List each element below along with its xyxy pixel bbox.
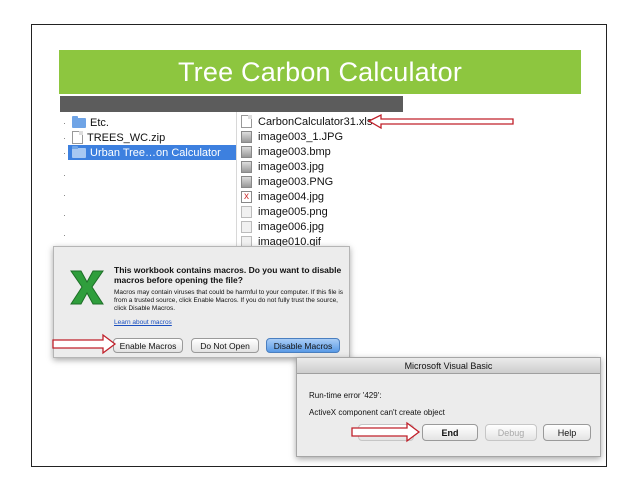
- image-icon: [241, 175, 252, 188]
- file-item-label: image006.jpg: [258, 220, 325, 233]
- image-icon: [241, 145, 252, 158]
- runtime-error-code: Run-time error '429':: [309, 391, 382, 400]
- continue-button[interactable]: Continue: [358, 424, 414, 441]
- image-icon: [241, 130, 252, 143]
- do-not-open-button[interactable]: Do Not Open: [191, 338, 259, 353]
- enable-macros-button[interactable]: Enable Macros: [113, 338, 183, 353]
- disclosure-dot: ·: [63, 210, 66, 220]
- file-item-label: image003.bmp: [258, 145, 331, 158]
- disclosure-dot: ·: [63, 170, 66, 180]
- slide-title-bar: Tree Carbon Calculator: [59, 50, 581, 94]
- file-item-image[interactable]: image005.png: [241, 204, 328, 219]
- disclosure-dot: ·: [63, 118, 66, 128]
- file-item-label: image004.jpg: [258, 190, 325, 203]
- file-item-label: image005.png: [258, 205, 328, 218]
- disclosure-dot: ·: [63, 148, 66, 158]
- finder-item-label: TREES_WC.zip: [87, 131, 166, 144]
- macro-dialog-body: Macros may contain viruses that could be…: [114, 289, 344, 312]
- file-item-label: CarbonCalculator31.xls: [258, 115, 373, 128]
- folder-icon: [72, 115, 86, 128]
- file-item-image[interactable]: x image004.jpg: [241, 189, 324, 204]
- finder-item-urban-tree[interactable]: Urban Tree…on Calculator: [68, 145, 236, 160]
- image-icon: [241, 160, 252, 173]
- folder-icon: [72, 145, 86, 158]
- dialog-title: Microsoft Visual Basic: [297, 358, 600, 374]
- slide-title: Tree Carbon Calculator: [177, 56, 463, 87]
- file-item-image[interactable]: image003_1.JPG: [241, 129, 343, 144]
- disclosure-dot: ·: [63, 190, 66, 200]
- file-item-label: image003.PNG: [258, 175, 334, 188]
- macro-dialog-heading: This workbook contains macros. Do you wa…: [114, 265, 342, 285]
- file-item-image[interactable]: image003.jpg: [241, 159, 324, 174]
- disclosure-dot: ·: [63, 133, 66, 143]
- macro-warning-dialog: This workbook contains macros. Do you wa…: [53, 246, 350, 358]
- help-button[interactable]: Help: [543, 424, 591, 441]
- spreadsheet-file-icon: [241, 115, 252, 128]
- debug-button[interactable]: Debug: [485, 424, 537, 441]
- file-icon: [72, 131, 83, 144]
- file-item-carbon-calculator[interactable]: CarbonCalculator31.xls: [241, 114, 372, 129]
- finder-item-etc[interactable]: Etc.: [72, 115, 236, 130]
- file-item-image[interactable]: image003.bmp: [241, 144, 331, 159]
- file-item-image[interactable]: image006.jpg: [241, 219, 324, 234]
- learn-about-macros-link[interactable]: Learn about macros: [114, 319, 172, 326]
- finder-toolbar: [60, 96, 403, 112]
- image-icon: x: [241, 190, 252, 203]
- end-button[interactable]: End: [422, 424, 478, 441]
- finder-item-label: Urban Tree…on Calculator: [90, 146, 221, 159]
- finder-item-label: Etc.: [90, 116, 109, 129]
- image-icon: [241, 205, 252, 218]
- file-item-image[interactable]: image003.PNG: [241, 174, 333, 189]
- disable-macros-button[interactable]: Disable Macros: [266, 338, 340, 353]
- file-item-label: image003_1.JPG: [258, 130, 343, 143]
- error-message: ActiveX component can't create object: [309, 408, 445, 417]
- visual-basic-error-dialog: Microsoft Visual Basic Run-time error '4…: [296, 357, 601, 457]
- disclosure-dot: ·: [63, 230, 66, 240]
- file-item-label: image003.jpg: [258, 160, 325, 173]
- image-icon: [241, 220, 252, 233]
- finder-item-trees-zip[interactable]: TREES_WC.zip: [72, 130, 236, 145]
- excel-logo-icon: [70, 270, 104, 305]
